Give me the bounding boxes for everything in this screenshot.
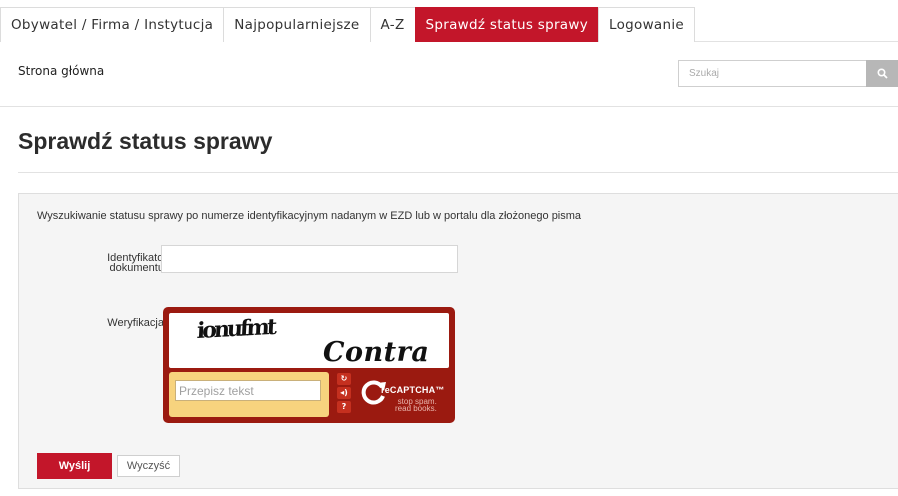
document-id-label: Identyfikator dokumentu: <box>79 253 167 274</box>
document-id-input[interactable] <box>161 245 458 273</box>
search-icon <box>876 68 888 79</box>
tab-obywatel-firma-instytucja[interactable]: Obywatel / Firma / Instytucja <box>0 7 224 42</box>
document-id-label-line2: dokumentu: <box>109 262 167 274</box>
recaptcha-brand: reCAPTCHA™ <box>381 385 445 395</box>
recaptcha-tagline: stop spam. read books. <box>395 397 437 413</box>
recaptcha-widget: ionufmt Contra ↻ ◂) ? reCAPTCHA™ stop sp… <box>163 307 455 423</box>
captcha-help-icon[interactable]: ? <box>337 401 351 413</box>
search-input[interactable] <box>678 60 866 87</box>
verification-label: Weryfikacja: <box>107 317 167 329</box>
captcha-response-input[interactable] <box>175 380 321 401</box>
recaptcha-logo: reCAPTCHA™ stop spam. read books. <box>359 374 451 418</box>
captcha-refresh-icon[interactable]: ↻ <box>337 373 351 385</box>
status-search-form: Wyszukiwanie statusu sprawy po numerze i… <box>18 193 898 489</box>
captcha-image: ionufmt Contra <box>169 313 449 368</box>
submit-button[interactable]: Wyślij <box>37 453 112 479</box>
tab-logowanie[interactable]: Logowanie <box>598 7 695 42</box>
page-title: Sprawdź status sprawy <box>18 128 273 154</box>
title-divider <box>18 172 898 173</box>
search-button[interactable] <box>866 60 898 87</box>
captcha-word-2: Contra <box>323 337 430 368</box>
captcha-word-1: ionufmt <box>196 314 275 344</box>
captcha-input-area <box>169 372 329 417</box>
tab-a-z[interactable]: A-Z <box>369 7 415 42</box>
breadcrumb-home-link[interactable]: Strona główna <box>18 64 104 78</box>
top-navigation: Obywatel / Firma / Instytucja Najpopular… <box>0 0 898 42</box>
form-intro-text: Wyszukiwanie statusu sprawy po numerze i… <box>37 210 582 222</box>
clear-button[interactable]: Wyczyść <box>117 455 180 477</box>
tab-najpopularniejsze[interactable]: Najpopularniejsze <box>223 7 370 42</box>
breadcrumb-bar: Strona główna <box>0 43 898 107</box>
nav-tabs: Obywatel / Firma / Instytucja Najpopular… <box>0 7 695 42</box>
tab-sprawdz-status-sprawy[interactable]: Sprawdź status sprawy <box>414 7 598 42</box>
captcha-audio-icon[interactable]: ◂) <box>337 387 351 399</box>
captcha-controls: ↻ ◂) ? <box>337 373 353 415</box>
search-box <box>678 60 898 87</box>
